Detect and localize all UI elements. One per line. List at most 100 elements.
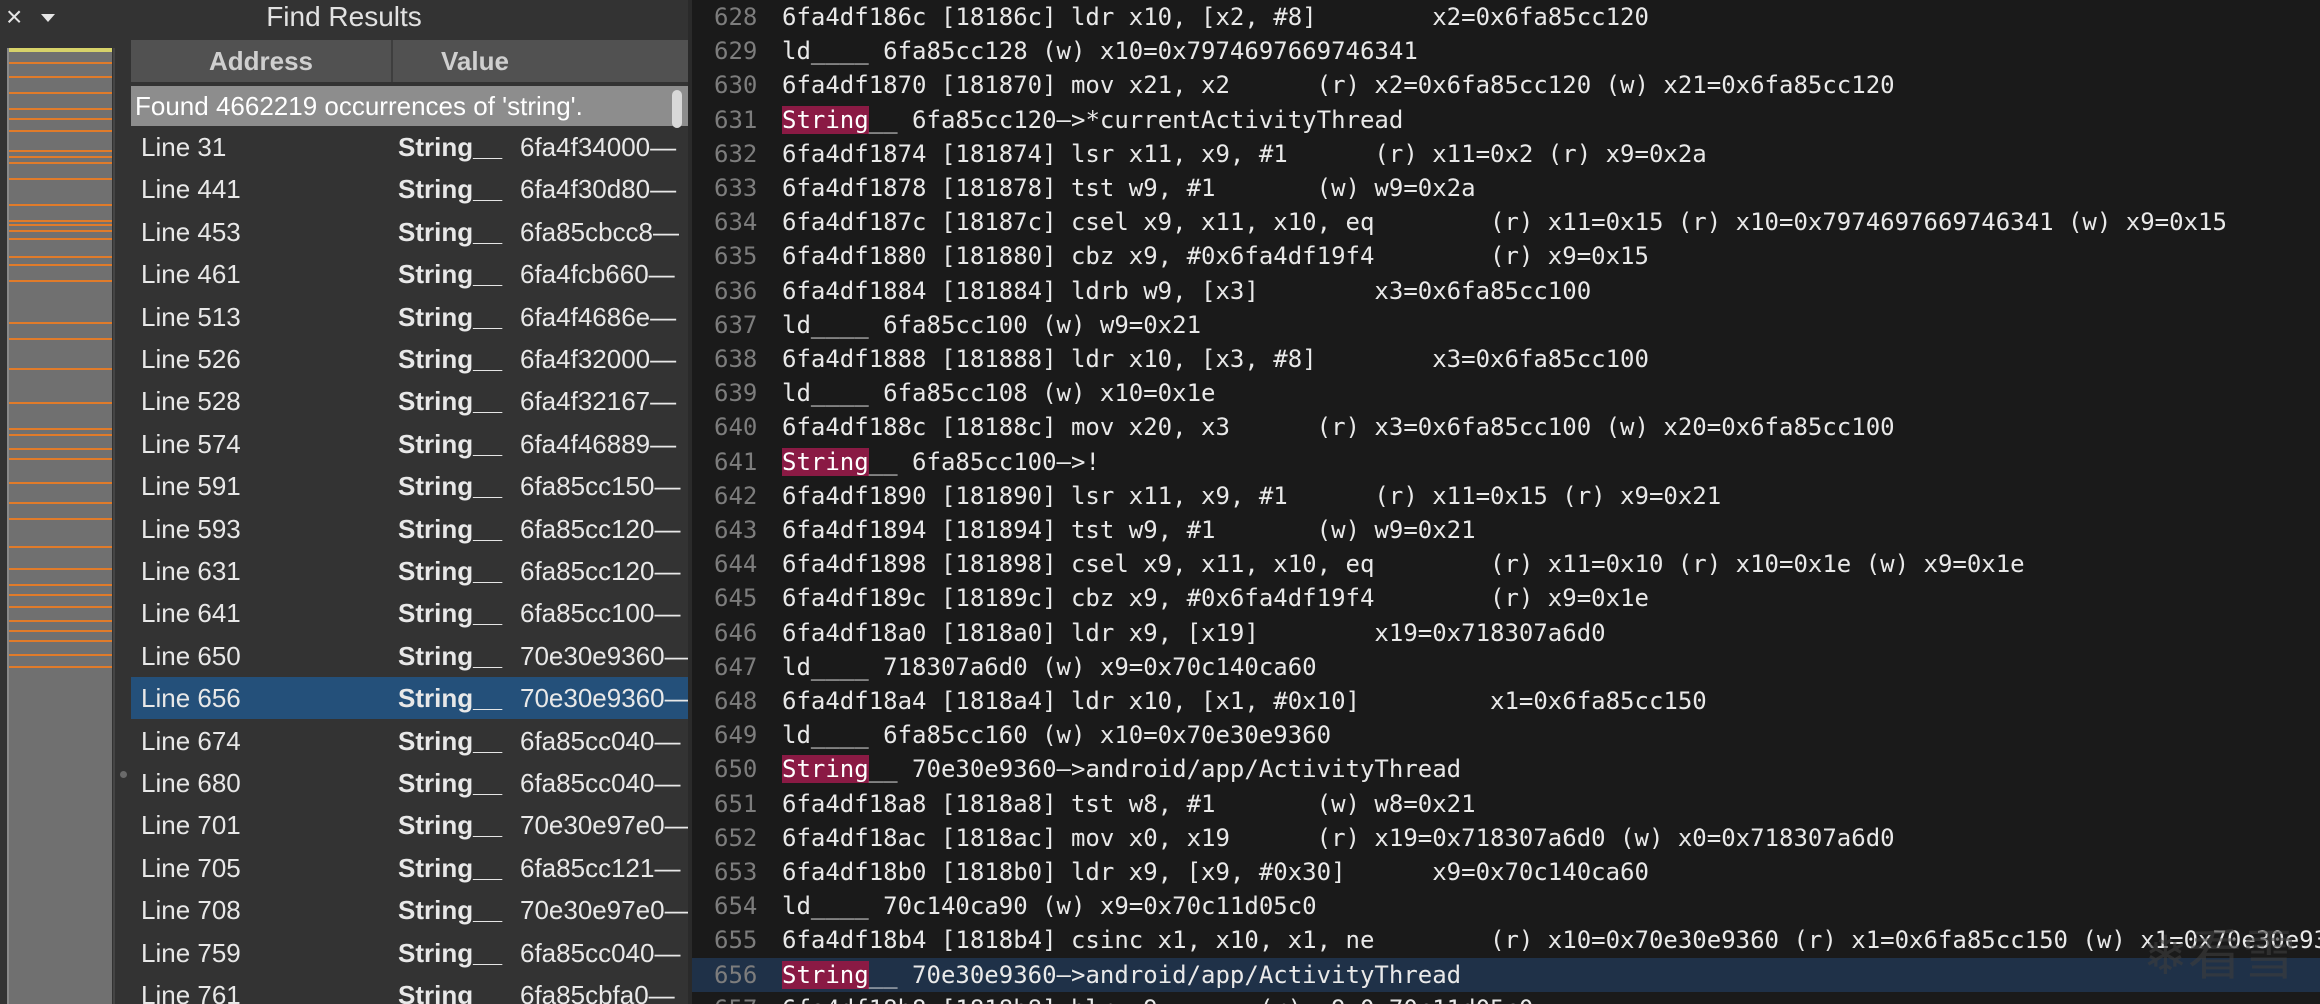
code-line[interactable]: 631 String__ 6fa85cc120—>*currentActivity… — [692, 103, 2320, 137]
results-list: Line 31 String__ 6fa4f34000— Line 441 String… — [131, 126, 688, 1004]
line-number: 646 — [714, 618, 758, 647]
line-content: ld____ 6fa85cc108 (w) x10=0x1e — [782, 379, 1216, 408]
line-content: 6fa4df1888 [181888] ldr x10, [x3, #8] x3… — [782, 345, 1649, 373]
result-row[interactable]: Line 701 String__ 70e30e97e0— — [131, 804, 688, 846]
line-text: __ 6fa85cc100—>! — [868, 447, 1100, 476]
code-line[interactable]: 630 6fa4df1870 [181870] mov x21, x2 (r) x… — [692, 68, 2320, 102]
line-number: 647 — [714, 652, 758, 681]
code-line[interactable]: 633 6fa4df1878 [181878] tst w9, #1 (w) w9… — [692, 171, 2320, 205]
line-content: 6fa4df18b4 [1818b4] csinc x1, x10, x1, n… — [782, 926, 2320, 955]
result-line-number: Line 591 — [141, 471, 241, 502]
result-row[interactable]: Line 708 String__ 70e30e97e0— — [131, 889, 688, 931]
code-line[interactable]: 644 6fa4df1898 [181898] csel x9, x11, x10… — [692, 547, 2320, 581]
result-value: 6fa4f46889— — [520, 428, 677, 459]
code-line[interactable]: 648 6fa4df18a4 [1818a4] ldr x10, [x1, #0x… — [692, 684, 2320, 718]
result-row[interactable]: Line 680 String__ 6fa85cc040— — [131, 762, 688, 804]
line-content: 6fa4df18ac [1818ac] mov x0, x19 (r) x19=… — [782, 823, 1895, 852]
find-results-panel: × Find Results Address Value Found 46622… — [0, 0, 688, 1004]
results-column-header: Address Value — [131, 40, 688, 82]
result-kind: String__ — [398, 259, 503, 290]
result-kind: String__ — [398, 301, 503, 332]
line-number: 640 — [714, 413, 758, 442]
code-line[interactable]: 653 6fa4df18b0 [1818b0] ldr x9, [x9, #0x3… — [692, 855, 2320, 889]
result-row[interactable]: Line 574 String__ 6fa4f46889— — [131, 423, 688, 465]
code-line[interactable]: 638 6fa4df1888 [181888] ldr x10, [x3, #8]… — [692, 342, 2320, 376]
result-value: 6fa4f34000— — [520, 132, 677, 162]
code-line[interactable]: 645 6fa4df189c [18189c] cbz x9, #0x6fa4df… — [692, 581, 2320, 615]
code-line[interactable]: 640 6fa4df188c [18188c] mov x20, x3 (r) x… — [692, 410, 2320, 444]
result-row[interactable]: Line 641 String__ 6fa85cc100— — [131, 592, 688, 634]
code-line[interactable]: 651 6fa4df18a8 [1818a8] tst w8, #1 (w) w8… — [692, 787, 2320, 821]
code-line[interactable]: 634 6fa4df187c [18187c] csel x9, x11, x10… — [692, 205, 2320, 239]
code-line[interactable]: 657 6fa4df18b8 [1818b8] blr x9 (r) x9=0x7… — [692, 992, 2320, 1004]
line-number: 629 — [714, 37, 758, 66]
resize-handle[interactable] — [120, 771, 127, 778]
line-number: 630 — [714, 71, 758, 100]
result-row[interactable]: Line 31 String__ 6fa4f34000— — [131, 126, 688, 168]
minimap-match-mark — [9, 606, 112, 608]
line-number: 650 — [714, 755, 758, 784]
code-line[interactable]: 656 String__ 70e30e9360—>android/app/Acti… — [692, 957, 2320, 992]
code-line[interactable]: 642 6fa4df1890 [181890] lsr x11, x9, #1 (… — [692, 479, 2320, 513]
result-kind: String__ — [398, 725, 503, 756]
minimap-match-mark — [9, 402, 112, 404]
result-row[interactable]: Line 591 String__ 6fa85cc150— — [131, 465, 688, 507]
result-row[interactable]: Line 453 String__ 6fa85cbcc8— — [131, 211, 688, 253]
found-summary-text: Found 4662219 occurrences of 'string'. — [135, 91, 583, 121]
column-separator[interactable] — [391, 40, 393, 82]
result-row[interactable]: Line 441 String__ 6fa4f30d80— — [131, 168, 688, 210]
result-value: 6fa4f32167— — [520, 386, 677, 417]
result-row[interactable]: Line 650 String__ 70e30e9360— — [131, 635, 688, 677]
column-address[interactable]: Address — [131, 40, 391, 82]
result-row[interactable]: Line 461 String__ 6fa4fcb660— — [131, 253, 688, 295]
found-summary: Found 4662219 occurrences of 'string'. — [131, 86, 688, 128]
result-row[interactable]: Line 631 String__ 6fa85cc120— — [131, 550, 688, 592]
code-line[interactable]: 652 6fa4df18ac [1818ac] mov x0, x19 (r) x… — [692, 821, 2320, 855]
minimap-match-mark — [9, 130, 112, 132]
result-row[interactable]: Line 759 String__ 6fa85cc040— — [131, 932, 688, 974]
code-line[interactable]: 635 6fa4df1880 [181880] cbz x9, #0x6fa4df… — [692, 239, 2320, 273]
result-row[interactable]: Line 593 String__ 6fa85cc120— — [131, 508, 688, 550]
result-line-number: Line 759 — [141, 937, 241, 968]
minimap-match-mark — [9, 594, 112, 596]
code-line[interactable]: 641 String__ 6fa85cc100—>! — [692, 445, 2320, 479]
code-line[interactable]: 649 ld____ 6fa85cc160 (w) x10=0x70e30e936… — [692, 718, 2320, 752]
result-row[interactable]: Line 674 String__ 6fa85cc040— — [131, 720, 688, 762]
code-line[interactable]: 647 ld____ 718307a6d0 (w) x9=0x70c140ca60 — [692, 650, 2320, 684]
code-line[interactable]: 654 ld____ 70c140ca90 (w) x9=0x70c11d05c0 — [692, 889, 2320, 923]
line-number: 653 — [714, 858, 758, 886]
result-value: 6fa85cbcc8— — [520, 216, 679, 247]
result-row[interactable]: Line 526 String__ 6fa4f32000— — [131, 338, 688, 380]
result-row[interactable]: Line 705 String__ 6fa85cc121— — [131, 847, 688, 889]
line-number: 634 — [714, 208, 758, 237]
code-line[interactable]: 646 6fa4df18a0 [1818a0] ldr x9, [x19] x19… — [692, 616, 2320, 650]
line-number: 655 — [714, 926, 758, 955]
code-line[interactable]: 628 6fa4df186c [18186c] ldr x10, [x2, #8]… — [692, 0, 2320, 34]
result-row[interactable]: Line 513 String__ 6fa4f4686e— — [131, 296, 688, 338]
results-scrollbar[interactable] — [672, 90, 682, 128]
line-content: String__ 70e30e9360—>android/app/Activit… — [782, 752, 1461, 786]
minimap-match-mark — [9, 178, 112, 180]
code-line[interactable]: 632 6fa4df1874 [181874] lsr x11, x9, #1 (… — [692, 137, 2320, 171]
result-row[interactable]: Line 761 String__ 6fa85cbfa0— — [131, 974, 688, 1004]
result-row[interactable]: Line 528 String__ 6fa4f32167— — [131, 380, 688, 422]
column-value[interactable]: Value — [441, 40, 509, 82]
result-value: 6fa85cc040— — [520, 768, 681, 798]
result-line-number: Line 526 — [141, 344, 241, 374]
trace-code-view[interactable]: 628 6fa4df186c [18186c] ldr x10, [x2, #8]… — [692, 0, 2320, 1004]
code-line[interactable]: 629 ld____ 6fa85cc128 (w) x10=0x797469766… — [692, 34, 2320, 68]
code-line[interactable]: 639 ld____ 6fa85cc108 (w) x10=0x1e — [692, 376, 2320, 410]
code-line[interactable]: 637 ld____ 6fa85cc100 (w) w9=0x21 — [692, 308, 2320, 342]
result-row[interactable]: Line 656 String__ 70e30e9360— — [131, 677, 688, 720]
minimap-match-mark — [9, 150, 112, 152]
find-results-header: × Find Results — [0, 0, 688, 36]
code-line[interactable]: 636 6fa4df1884 [181884] ldrb w9, [x3] x3=… — [692, 274, 2320, 308]
code-line[interactable]: 643 6fa4df1894 [181894] tst w9, #1 (w) w9… — [692, 513, 2320, 547]
result-line-number: Line 701 — [141, 810, 241, 841]
results-minimap[interactable] — [7, 48, 112, 1004]
result-line-number: Line 31 — [141, 132, 227, 162]
code-line[interactable]: 655 6fa4df18b4 [1818b4] csinc x1, x10, x1… — [692, 923, 2320, 957]
result-line-number: Line 708 — [141, 895, 241, 926]
code-line[interactable]: 650 String__ 70e30e9360—>android/app/Acti… — [692, 752, 2320, 786]
result-line-number: Line 656 — [141, 683, 241, 714]
